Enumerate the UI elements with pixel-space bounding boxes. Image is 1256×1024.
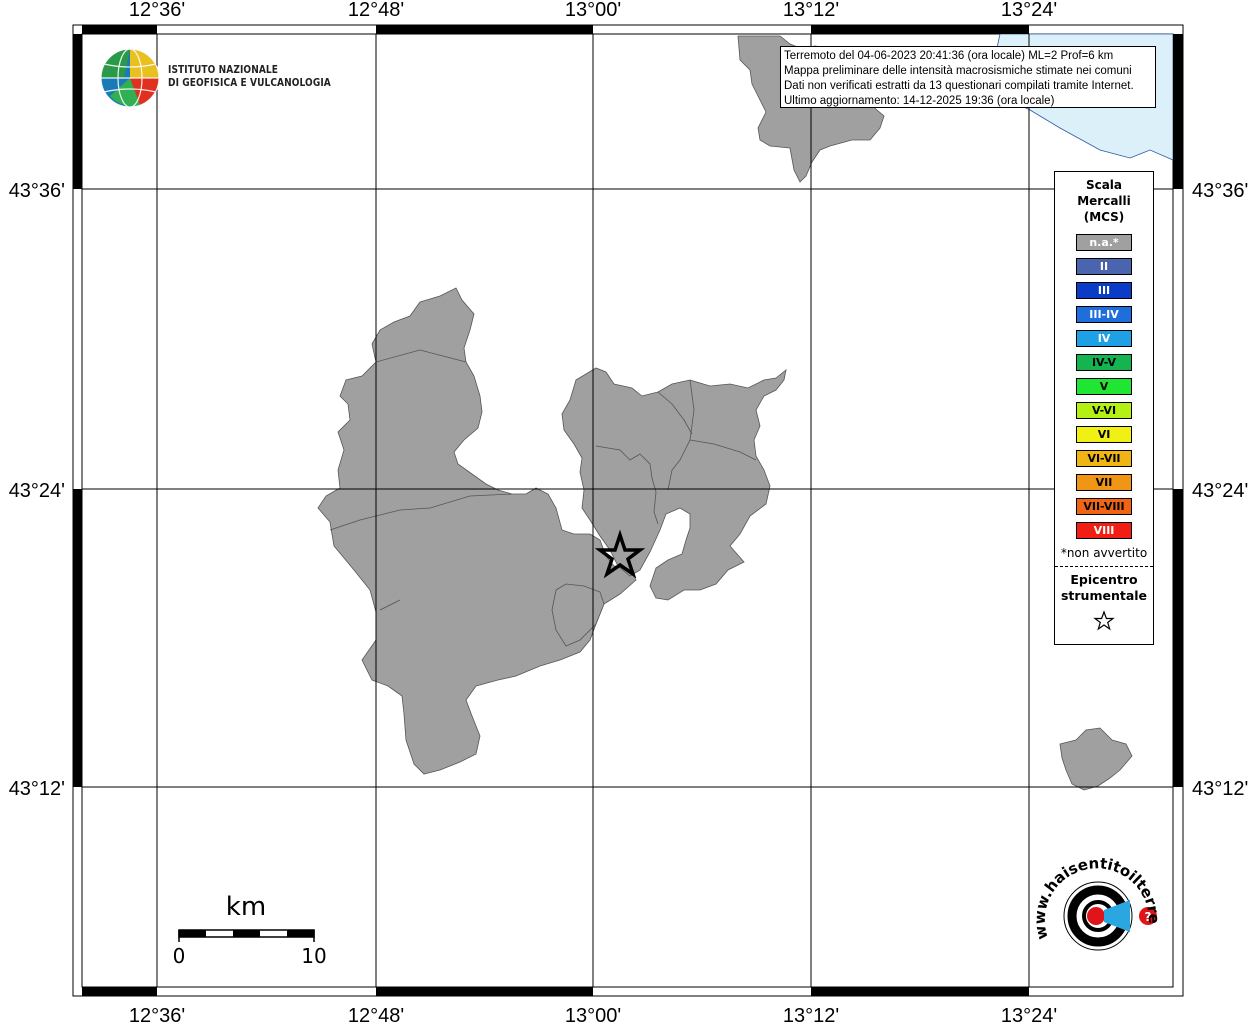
lon-label-top-4: 13°12' <box>783 0 839 21</box>
legend-star-icon <box>1055 610 1153 636</box>
lat-label-left-3: 43°12' <box>9 778 65 800</box>
info-line3: Dati non verificati estratti da 13 quest… <box>784 80 1134 92</box>
legend-swatch-4: IV <box>1076 330 1132 347</box>
lat-label-left-1: 43°36' <box>9 180 65 202</box>
lon-label-top-3: 13°00' <box>565 0 621 21</box>
scale-end: 10 <box>301 944 326 968</box>
legend-note: *non avvertito <box>1060 546 1148 560</box>
legend-swatch-6: V <box>1076 378 1132 395</box>
lon-label-bottom-3: 13°00' <box>565 1005 621 1024</box>
ingv-line1: ISTITUTO NAZIONALE <box>168 64 279 76</box>
legend-swatch-8: VI <box>1076 426 1132 443</box>
info-line4: Ultimo aggiornamento: 14-12-2025 19:36 (… <box>784 95 1055 107</box>
legend-title: Scala Mercalli (MCS) <box>1055 177 1153 225</box>
scale-start: 0 <box>173 944 186 968</box>
legend-swatch-3: III-IV <box>1076 306 1132 323</box>
mcs-legend: Scala Mercalli (MCS) n.a.* II III III-IV IV I… <box>1054 171 1154 645</box>
info-line2: Mappa preliminare delle intensità macros… <box>784 65 1132 77</box>
lon-label-top-2: 12°48' <box>348 0 404 21</box>
lon-label-bottom-2: 12°48' <box>348 1005 404 1024</box>
scale-unit: km <box>226 892 266 922</box>
lon-label-top-1: 12°36' <box>129 0 185 21</box>
legend-divider <box>1055 566 1153 567</box>
legend-swatch-5: IV-V <box>1076 354 1132 371</box>
legend-swatch-10: VII <box>1076 474 1132 491</box>
lon-label-bottom-5: 13°24' <box>1001 1005 1057 1024</box>
lon-label-top-5: 13°24' <box>1001 0 1057 21</box>
lat-label-left-2: 43°24' <box>9 480 65 502</box>
legend-swatches: n.a.* II III III-IV IV IV-V V V-VI VI VI-VII VII VI… <box>1055 234 1153 539</box>
legend-swatch-0: n.a.* <box>1076 234 1132 251</box>
ingv-line2: DI GEOFISICA E VULCANOLOGIA <box>168 77 331 89</box>
legend-epicentre-1: Epicentro <box>1070 572 1138 587</box>
legend-swatch-1: II <box>1076 258 1132 275</box>
legend-swatch-12: VIII <box>1076 522 1132 539</box>
ingv-logo-text: ISTITUTO NAZIONALE DI GEOFISICA E VULCAN… <box>168 64 331 90</box>
lon-label-bottom-4: 13°12' <box>783 1005 839 1024</box>
legend-epicentre-label: Epicentro strumentale <box>1055 572 1153 604</box>
legend-swatch-2: III <box>1076 282 1132 299</box>
event-info-box: Terremoto del 04-06-2023 20:41:36 (ora l… <box>780 46 1156 108</box>
legend-title-1: Scala <box>1085 178 1123 192</box>
lat-label-right-1: 43°36' <box>1192 180 1248 202</box>
legend-swatch-7: V-VI <box>1076 402 1132 419</box>
ingv-globe-icon <box>100 48 160 108</box>
legend-title-3: (MCS) <box>1083 210 1125 224</box>
legend-swatch-9: VI-VII <box>1076 450 1132 467</box>
lat-label-right-3: 43°12' <box>1192 778 1248 800</box>
info-line1: Terremoto del 04-06-2023 20:41:36 (ora l… <box>784 50 1114 62</box>
lon-label-bottom-1: 12°36' <box>129 1005 185 1024</box>
legend-swatch-11: VII-VIII <box>1076 498 1132 515</box>
legend-epicentre-2: strumentale <box>1060 588 1148 603</box>
lat-label-right-2: 43°24' <box>1192 480 1248 502</box>
legend-title-2: Mercalli <box>1077 194 1131 208</box>
